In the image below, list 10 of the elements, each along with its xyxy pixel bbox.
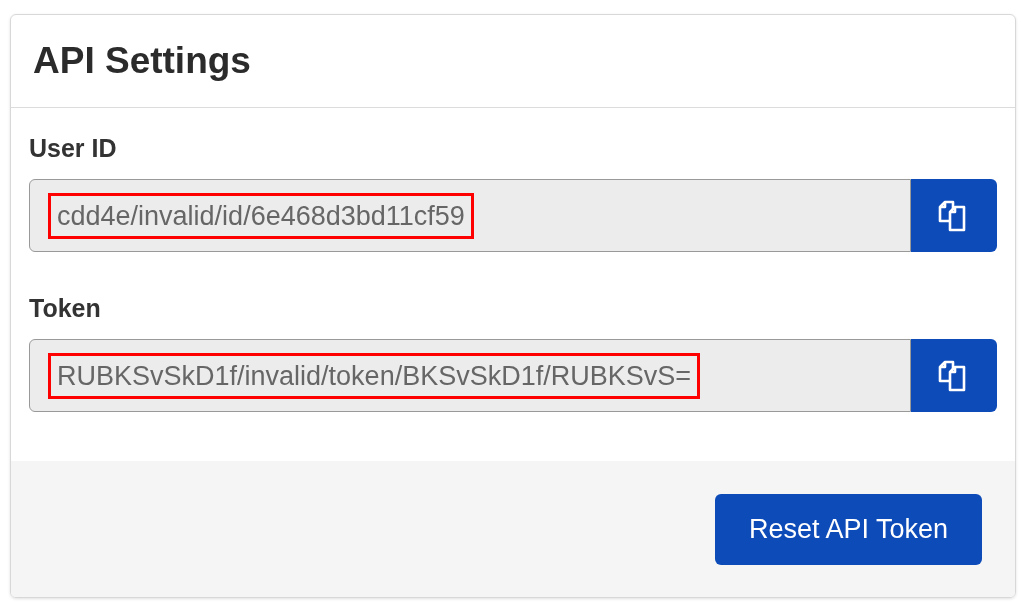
field-label: Token: [29, 293, 102, 324]
field-label: User ID: [29, 133, 118, 164]
card-title: API Settings: [33, 39, 251, 84]
copy-button[interactable]: [911, 179, 997, 252]
reset-token-button[interactable]: Reset API Token: [715, 494, 982, 565]
read-only-field[interactable]: RUBKSvSkD1f/invalid/token/BKSvSkD1f/RUBKSvS=: [29, 339, 911, 412]
field-value: cdd4e/invalid/id/6e468d3bd11cf59: [48, 192, 474, 239]
copy-button[interactable]: [911, 339, 997, 412]
field-value: RUBKSvSkD1f/invalid/token/BKSvSkD1f/RUBKSvS=: [48, 352, 700, 399]
read-only-field[interactable]: cdd4e/invalid/id/6e468d3bd11cf59: [29, 179, 911, 252]
